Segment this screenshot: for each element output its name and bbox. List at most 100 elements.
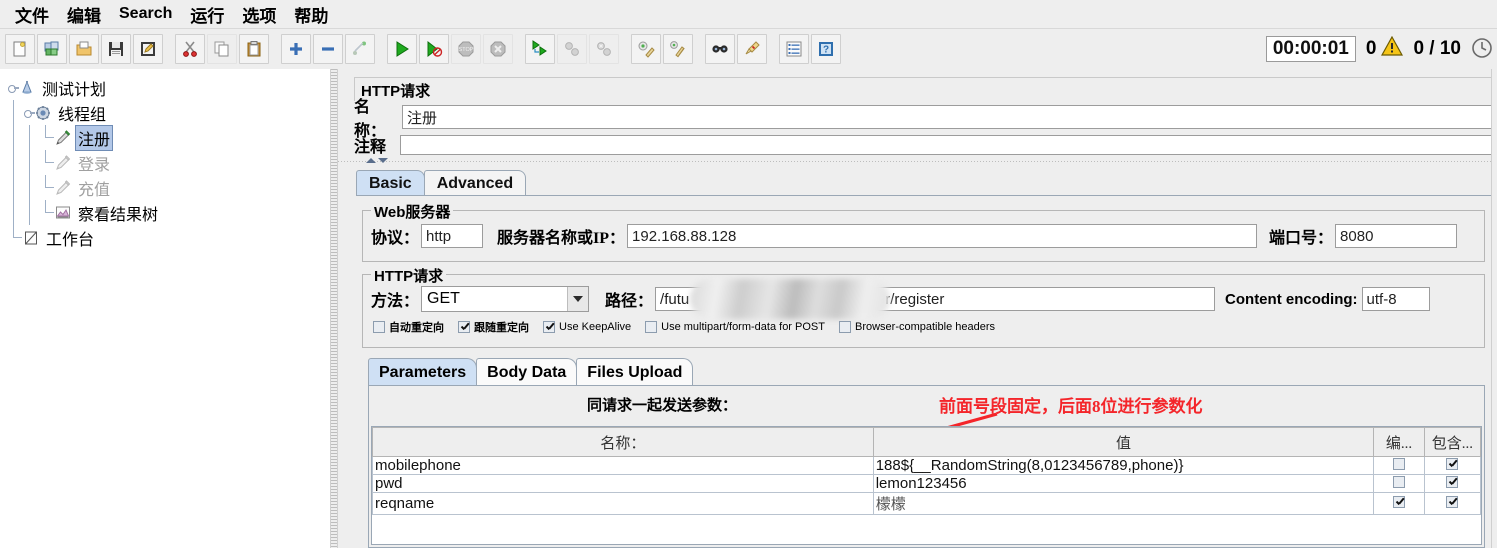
use-keepalive-checkbox[interactable]: Use KeepAlive [543, 321, 631, 333]
checkbox-box[interactable] [838, 321, 851, 333]
menu-item-help[interactable]: 帮助 [285, 1, 337, 28]
tree-node-recharge[interactable]: 充值 [6, 175, 330, 200]
param-value[interactable]: 188${__RandomString(8,0123456789,phone)} [872, 456, 1375, 475]
param-name[interactable]: mobilephone [372, 456, 874, 475]
toggle-icon[interactable] [345, 34, 375, 64]
save-as-icon[interactable] [133, 34, 163, 64]
tab-advanced[interactable]: Advanced [423, 170, 527, 197]
table-row[interactable]: mobilephone 188${__RandomString(8,012345… [372, 456, 1482, 475]
help-icon[interactable]: ? [811, 34, 841, 64]
clear-icon[interactable] [631, 34, 661, 64]
browser-compatible-headers-checkbox[interactable]: Browser-compatible headers [838, 321, 995, 333]
copy-icon[interactable] [207, 34, 237, 64]
expand-knob-icon[interactable] [22, 107, 35, 119]
tree-node-label: 注册 [75, 124, 114, 151]
collapse-down-icon[interactable] [378, 158, 388, 163]
checkbox-box[interactable] [1393, 496, 1406, 508]
function-helper-icon[interactable] [779, 34, 809, 64]
checkbox-box[interactable] [1393, 458, 1406, 470]
cut-icon[interactable] [175, 34, 205, 64]
col-name[interactable]: 名称： [372, 427, 874, 457]
param-encode-cell[interactable] [1373, 492, 1425, 515]
tab-files-upload[interactable]: Files Upload [576, 358, 694, 386]
param-encode-cell[interactable] [1373, 474, 1425, 493]
table-row[interactable]: reqname 檬檬 [372, 492, 1482, 515]
menu-item-file[interactable]: 文件 [6, 1, 58, 28]
warning-triangle-icon [1381, 35, 1404, 62]
checkbox-box[interactable] [1446, 496, 1459, 508]
collapse-icon[interactable] [313, 34, 343, 64]
checkbox-label: 自动重定向 [389, 322, 444, 334]
toolbar-status: 00:00:01 0 0 / 10 [1265, 33, 1493, 65]
follow-redirect-checkbox[interactable]: 跟随重定向 [458, 319, 529, 335]
port-input[interactable]: 8080 [1335, 224, 1458, 248]
templates-icon[interactable] [37, 34, 67, 64]
open-icon[interactable] [69, 34, 99, 64]
vertical-scrollbar[interactable] [1491, 69, 1497, 548]
start-no-pauses-icon[interactable] [419, 34, 449, 64]
checkbox-box[interactable] [1446, 458, 1459, 470]
param-include-cell[interactable] [1423, 456, 1482, 475]
tree-node-test-plan[interactable]: 测试计划 [6, 75, 330, 100]
warning-status[interactable]: 0 [1366, 35, 1404, 62]
tree-line [22, 175, 38, 200]
tree-node-login[interactable]: 登录 [6, 150, 330, 175]
svg-text:STOP: STOP [459, 47, 474, 53]
chevron-down-icon[interactable] [567, 287, 589, 311]
expand-icon[interactable] [281, 34, 311, 64]
start-icon[interactable] [387, 34, 417, 64]
expand-knob-icon[interactable] [6, 82, 19, 94]
use-multipart-checkbox[interactable]: Use multipart/form-data for POST [645, 321, 825, 333]
param-value[interactable]: 檬檬 [872, 492, 1375, 515]
method-select[interactable]: GET [421, 286, 590, 312]
tab-parameters[interactable]: Parameters [368, 358, 478, 386]
tree-node-thread-group[interactable]: 线程组 [6, 100, 330, 125]
checkbox-box[interactable] [1393, 476, 1406, 488]
checkbox-box[interactable] [1446, 476, 1459, 488]
name-input[interactable]: 注册 [402, 105, 1495, 129]
col-value[interactable]: 值 [872, 427, 1375, 457]
col-encode[interactable]: 编... [1373, 427, 1425, 457]
horizontal-split-divider[interactable] [338, 158, 1497, 166]
checkbox-box[interactable] [645, 321, 658, 333]
paste-icon[interactable] [239, 34, 269, 64]
table-row[interactable]: pwd lemon123456 [372, 474, 1482, 493]
checkbox-box[interactable] [543, 321, 555, 333]
search-icon[interactable] [705, 34, 735, 64]
server-input[interactable]: 192.168.88.128 [627, 224, 1258, 248]
comment-input[interactable] [400, 135, 1495, 155]
checkbox-box[interactable] [373, 321, 385, 333]
menu-item-edit[interactable]: 编辑 [58, 1, 110, 28]
tree-node-view-results-tree[interactable]: 察看结果树 [6, 200, 330, 225]
param-include-cell[interactable] [1423, 492, 1482, 515]
http-request-group-title: HTTP请求 [371, 265, 447, 286]
tree-node-register[interactable]: 注册 [6, 124, 330, 151]
protocol-label: 协议： [371, 230, 420, 247]
param-encode-cell[interactable] [1373, 456, 1425, 475]
menu-item-options[interactable]: 选项 [233, 1, 285, 28]
param-value[interactable]: lemon123456 [872, 474, 1375, 493]
vertical-split-divider[interactable] [330, 69, 338, 548]
menu-item-run[interactable]: 运行 [181, 1, 233, 28]
reset-search-icon[interactable] [737, 34, 767, 64]
param-include-cell[interactable] [1423, 474, 1482, 493]
auto-redirect-checkbox[interactable]: 自动重定向 [373, 319, 444, 335]
protocol-input[interactable]: http [421, 224, 484, 248]
collapse-up-icon[interactable] [366, 158, 376, 163]
path-input[interactable]: /futu r/register [655, 279, 1216, 319]
checkbox-box[interactable] [458, 321, 470, 333]
checkbox-label: 跟随重定向 [474, 322, 529, 334]
param-name[interactable]: reqname [372, 492, 874, 515]
tab-body-data[interactable]: Body Data [476, 358, 578, 386]
param-name[interactable]: pwd [372, 474, 874, 493]
content-encoding-input[interactable]: utf-8 [1361, 287, 1430, 311]
main-split: 测试计划 线程组 注册 登录 充值 察看结果树 工作台 HTTP请求 名称： 注… [0, 69, 1497, 548]
col-include[interactable]: 包含... [1423, 427, 1482, 457]
remote-start-all-icon[interactable] [525, 34, 555, 64]
tree-node-workbench[interactable]: 工作台 [6, 225, 330, 250]
clear-all-icon[interactable] [663, 34, 693, 64]
save-icon[interactable] [101, 34, 131, 64]
new-icon[interactable] [5, 34, 35, 64]
menu-item-search[interactable]: Search [110, 4, 181, 24]
tab-basic[interactable]: Basic [356, 170, 425, 197]
